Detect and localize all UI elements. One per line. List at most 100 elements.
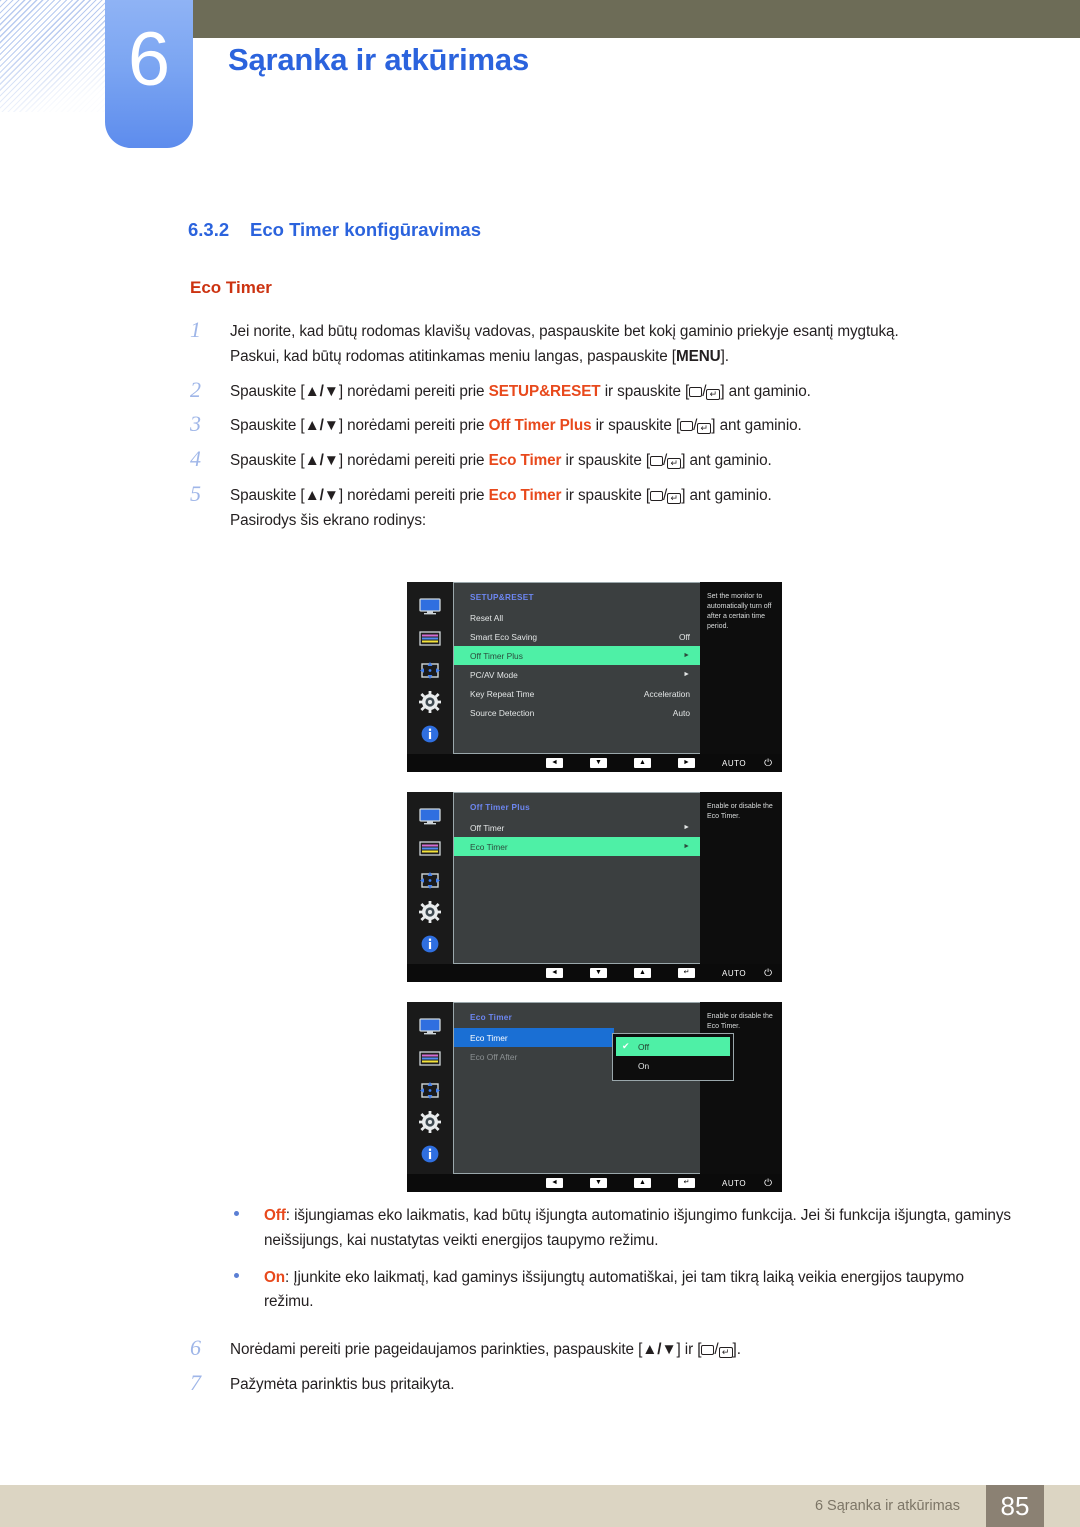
osd-item-label: Off Timer <box>470 822 505 833</box>
osd-item-value: Off <box>678 631 690 642</box>
osd-menu-item-selected[interactable]: Off Timer Plus ► <box>454 646 700 665</box>
source-key-icon <box>701 1345 715 1355</box>
osd-screen: Eco Timer Eco Timer Eco Off After ✔ Off … <box>407 1002 782 1174</box>
step-item: 6 Norėdami pereiti prie pageidaujamos pa… <box>190 1335 1000 1363</box>
osd-menu-item[interactable]: Off Timer ► <box>454 818 700 837</box>
key-guide-auto[interactable]: AUTO <box>722 759 746 768</box>
osd-icon-rail <box>407 1002 453 1174</box>
step-pre: Spauskite [ <box>230 452 305 470</box>
step-pre: Spauskite [ <box>230 486 305 504</box>
key-guide-enter[interactable]: ↵ <box>678 968 695 978</box>
power-icon[interactable]: ⏻ <box>764 1178 772 1189</box>
gear-icon[interactable] <box>418 1111 442 1133</box>
key-guide-up[interactable]: ▲ <box>634 758 651 768</box>
key-guide-up[interactable]: ▲ <box>634 1178 651 1188</box>
arrow-keys-label: ▲/▼ <box>304 417 339 435</box>
enter-key-icon: ↵ <box>667 492 682 504</box>
dropdown-option-on[interactable]: On <box>616 1056 730 1075</box>
info-icon[interactable] <box>418 1144 442 1164</box>
step-text: Spauskite [▲/▼] norėdami pereiti prie SE… <box>230 380 1000 405</box>
step-mid: ] norėdami pereiti prie <box>338 452 489 470</box>
osd-menu-item[interactable]: Reset All <box>454 608 700 627</box>
osd-screenshot-setup-reset: SETUP&RESET Reset All Smart Eco Saving O… <box>407 582 782 772</box>
step-line-1: Jei norite, kad būtų rodomas klavišų vad… <box>230 323 899 340</box>
page-number: 85 <box>986 1485 1044 1527</box>
color-bars-icon[interactable] <box>418 838 442 858</box>
position-arrows-icon[interactable] <box>418 1080 442 1100</box>
color-bars-icon[interactable] <box>418 1048 442 1068</box>
osd-item-label: Source Detection <box>470 707 535 718</box>
info-icon[interactable] <box>418 934 442 954</box>
step-text: Spauskite [▲/▼] norėdami pereiti prie Of… <box>230 414 1000 439</box>
header-hatch-fade <box>0 0 108 112</box>
key-guide-left[interactable]: ◄ <box>546 968 563 978</box>
step-number: 7 <box>190 1369 201 1395</box>
key-guide-auto[interactable]: AUTO <box>722 1179 746 1188</box>
enter-key-icon: ↵ <box>706 388 721 400</box>
key-guide-down[interactable]: ▼ <box>590 1178 607 1188</box>
footer-chapter-label: 6 Sąranka ir atkūrimas <box>814 1498 960 1514</box>
key-guide-up[interactable]: ▲ <box>634 968 651 978</box>
osd-help-text: Set the monitor to automatically turn of… <box>700 582 782 754</box>
osd-menu-title: Off Timer Plus <box>470 803 531 812</box>
step-text: Norėdami pereiti prie pageidaujamos pari… <box>230 1338 1000 1363</box>
bullet-text: On: Įjunkite eko laikmatį, kad gaminys i… <box>264 1266 1012 1316</box>
check-icon: ✔ <box>622 1041 630 1051</box>
osd-item-label: Off Timer Plus <box>470 650 523 661</box>
key-guide-enter[interactable]: ↵ <box>678 1178 695 1188</box>
osd-menu-item-selected[interactable]: Eco Timer <box>454 1028 614 1047</box>
power-icon[interactable]: ⏻ <box>764 758 772 769</box>
menu-target-label: Eco Timer <box>488 452 562 470</box>
osd-menu-item-selected[interactable]: Eco Timer ► <box>454 837 700 856</box>
section-subtitle: Eco Timer <box>190 278 272 297</box>
monitor-icon[interactable] <box>418 1016 442 1036</box>
key-guide-left[interactable]: ◄ <box>546 1178 563 1188</box>
chevron-right-icon: ► <box>683 843 690 850</box>
osd-screen: SETUP&RESET Reset All Smart Eco Saving O… <box>407 582 782 754</box>
step-item: 1 Jei norite, kad būtų rodomas klavišų v… <box>190 317 1000 370</box>
key-guide-down[interactable]: ▼ <box>590 968 607 978</box>
key-guide-auto[interactable]: AUTO <box>722 969 746 978</box>
chapter-number-badge: 6 <box>105 0 193 148</box>
step-text: Spauskite [▲/▼] norėdami pereiti prie Ec… <box>230 484 1000 534</box>
step-mid: ] norėdami pereiti prie <box>338 382 489 400</box>
osd-menu-item[interactable]: Source Detection Auto <box>454 703 700 722</box>
key-guide-left[interactable]: ◄ <box>546 758 563 768</box>
page-footer: 6 Sąranka ir atkūrimas 85 <box>0 1485 1080 1527</box>
osd-icon-rail <box>407 792 453 964</box>
source-key-icon <box>650 490 664 501</box>
position-arrows-icon[interactable] <box>418 660 442 680</box>
osd-item-label: Reset All <box>470 612 504 623</box>
osd-menu-item[interactable]: Smart Eco Saving Off <box>454 627 700 646</box>
enter-key-icon: ↵ <box>667 458 682 470</box>
menu-target-label: SETUP&RESET <box>488 382 601 400</box>
color-bars-icon[interactable] <box>418 628 442 648</box>
osd-menu-item[interactable]: Key Repeat Time Acceleration <box>454 684 700 703</box>
osd-key-guide: ◄ ▼ ▲ ↵ AUTO ⏻ <box>407 1174 782 1192</box>
monitor-icon[interactable] <box>418 806 442 826</box>
dropdown-option-off[interactable]: ✔ Off <box>616 1037 730 1056</box>
gear-icon[interactable] <box>418 691 442 713</box>
osd-menu-item[interactable]: PC/AV Mode ► <box>454 665 700 684</box>
step-mid2: ir spauskite [ <box>591 417 681 435</box>
position-arrows-icon[interactable] <box>418 870 442 890</box>
bullet-item: Off: išjungiamas eko laikmatis, kad būtų… <box>222 1204 1012 1254</box>
key-guide-down[interactable]: ▼ <box>590 758 607 768</box>
source-key-icon <box>650 456 664 467</box>
step-number: 5 <box>190 480 201 506</box>
osd-help-text: Enable or disable the Eco Timer. <box>700 792 782 964</box>
chevron-right-icon: ► <box>683 824 690 831</box>
step-item: 7 Pažymėta parinktis bus pritaikyta. <box>190 1369 1000 1398</box>
info-icon[interactable] <box>418 724 442 744</box>
step-item: 5 Spauskite [▲/▼] norėdami pereiti prie … <box>190 480 1000 534</box>
arrow-keys-label: ▲/▼ <box>304 452 339 470</box>
key-guide-right[interactable]: ► <box>678 758 695 768</box>
gear-icon[interactable] <box>418 901 442 923</box>
osd-item-label: Eco Timer <box>470 1032 508 1043</box>
osd-item-value: Acceleration <box>643 688 690 699</box>
monitor-icon[interactable] <box>418 596 442 616</box>
osd-screen: Off Timer Plus Off Timer ► Eco Timer ► E… <box>407 792 782 964</box>
power-icon[interactable]: ⏻ <box>764 968 772 979</box>
step-number: 3 <box>190 411 201 437</box>
chapter-number: 6 <box>127 17 171 102</box>
